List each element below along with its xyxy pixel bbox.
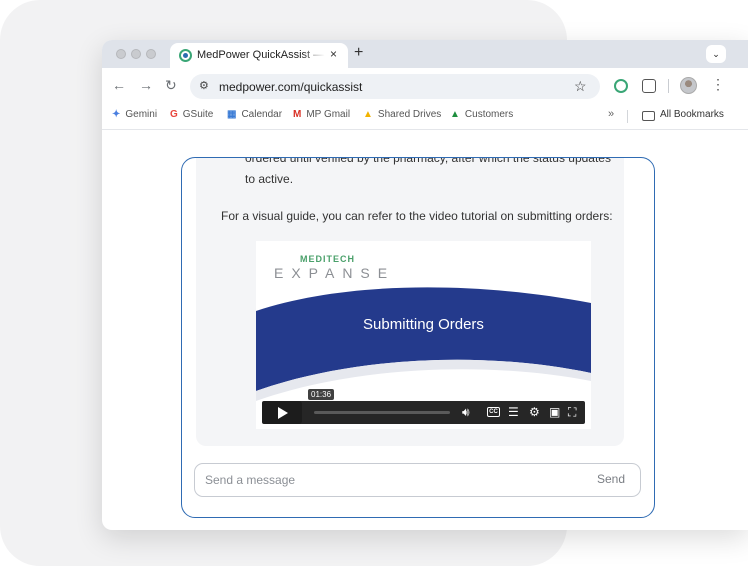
bookmark-mp-gmail[interactable]: M MP Gmail	[293, 109, 350, 120]
video-scrubber[interactable]	[314, 411, 450, 414]
gmail-icon: M	[293, 109, 302, 120]
minimize-window-button[interactable]	[131, 49, 141, 59]
tab-title: MedPower QuickAssist — Me	[197, 49, 325, 61]
video-time-badge: 01:36	[308, 389, 335, 400]
tab-close-icon[interactable]: ×	[330, 47, 337, 61]
bookmark-label: MP Gmail	[306, 109, 351, 120]
gemini-icon: ✦	[112, 109, 121, 120]
play-icon[interactable]	[262, 401, 302, 424]
site-settings-icon[interactable]: ⚙	[199, 79, 209, 92]
bookmarks-divider	[627, 110, 628, 123]
extensions-puzzle-icon[interactable]	[642, 79, 656, 93]
message-input[interactable]	[205, 470, 575, 490]
meditech-brand-text: MEDITECH	[300, 254, 355, 264]
tab-strip: MedPower QuickAssist — Me × + ⌄	[102, 40, 748, 68]
bookmark-gsuite[interactable]: G GSuite	[170, 109, 213, 120]
bookmark-calendar[interactable]: ▦ Calendar	[227, 109, 282, 120]
bookmark-label: Shared Drives	[377, 109, 442, 120]
all-bookmarks-link[interactable]: All Bookmarks	[660, 109, 724, 120]
message-text-line: For a visual guide, you can refer to the…	[221, 209, 613, 223]
message-composer: Send	[194, 463, 641, 497]
video-title: Submitting Orders	[363, 316, 484, 333]
picture-in-picture-icon[interactable]: ▣	[549, 405, 560, 419]
google-icon: G	[170, 109, 178, 120]
bookmark-customers[interactable]: ▲ Customers	[450, 109, 513, 120]
maximize-window-button[interactable]	[146, 49, 156, 59]
active-tab[interactable]: MedPower QuickAssist — Me ×	[170, 43, 348, 68]
bookmark-shared-drives[interactable]: ▲ Shared Drives	[363, 109, 441, 120]
settings-gear-icon[interactable]: ⚙	[529, 405, 540, 419]
tab-search-chevron-icon[interactable]: ⌄	[706, 45, 726, 63]
volume-icon[interactable]: 🔊︎	[462, 405, 470, 419]
reload-icon[interactable]: ↻	[165, 77, 177, 94]
medpower-extension-icon[interactable]	[614, 79, 628, 93]
address-bar[interactable]: ⚙ medpower.com/quickassist ☆	[190, 74, 600, 99]
new-tab-icon[interactable]: +	[354, 44, 363, 62]
message-text-line: to active.	[245, 172, 294, 186]
expanse-product-text: EXPANSE	[274, 265, 396, 281]
medpower-favicon-icon	[179, 49, 192, 62]
back-arrow-icon[interactable]: ←	[112, 77, 126, 93]
chat-panel: ordered until verified by the pharmacy, …	[181, 157, 655, 518]
bookmark-label: GSuite	[182, 109, 214, 120]
forward-arrow-icon[interactable]: →	[139, 77, 153, 93]
video-controls: 🔊︎ CC ☰ ⚙ ▣ ⛶	[262, 401, 585, 424]
video-player[interactable]: MEDITECH EXPANSE Submitting Orders 01:36…	[256, 241, 591, 429]
url-text[interactable]: medpower.com/quickassist	[219, 80, 362, 94]
bookmarks-overflow-icon[interactable]: »	[608, 108, 614, 120]
bookmark-label: Calendar	[241, 109, 283, 120]
profile-avatar[interactable]	[680, 77, 697, 94]
fullscreen-icon[interactable]: ⛶	[568, 405, 576, 419]
bookmarks-bar: ✦ Gemini G GSuite ▦ Calendar M MP Gmail ▲ Sha…	[102, 104, 748, 130]
assistant-message: ordered until verified by the pharmacy, …	[196, 157, 624, 446]
message-text-line: ordered until verified by the pharmacy, …	[245, 157, 611, 165]
bookmark-star-icon[interactable]: ☆	[574, 78, 587, 95]
send-button[interactable]: Send	[597, 472, 625, 486]
browser-toolbar: ← → ↻ ⚙ medpower.com/quickassist ☆ ⋮	[102, 68, 748, 104]
drive-icon: ▲	[450, 109, 460, 120]
calendar-icon: ▦	[227, 109, 237, 120]
close-window-button[interactable]	[116, 49, 126, 59]
bookmark-label: Customers	[464, 109, 514, 120]
browser-menu-icon[interactable]: ⋮	[711, 76, 725, 93]
captions-icon[interactable]: CC	[487, 407, 500, 417]
toolbar-divider	[668, 79, 669, 93]
transcript-icon[interactable]: ☰	[508, 405, 519, 419]
bookmark-gemini[interactable]: ✦ Gemini	[112, 109, 157, 120]
folder-icon[interactable]	[642, 111, 655, 121]
drive-icon: ▲	[363, 109, 373, 120]
bookmark-label: Gemini	[125, 109, 158, 120]
